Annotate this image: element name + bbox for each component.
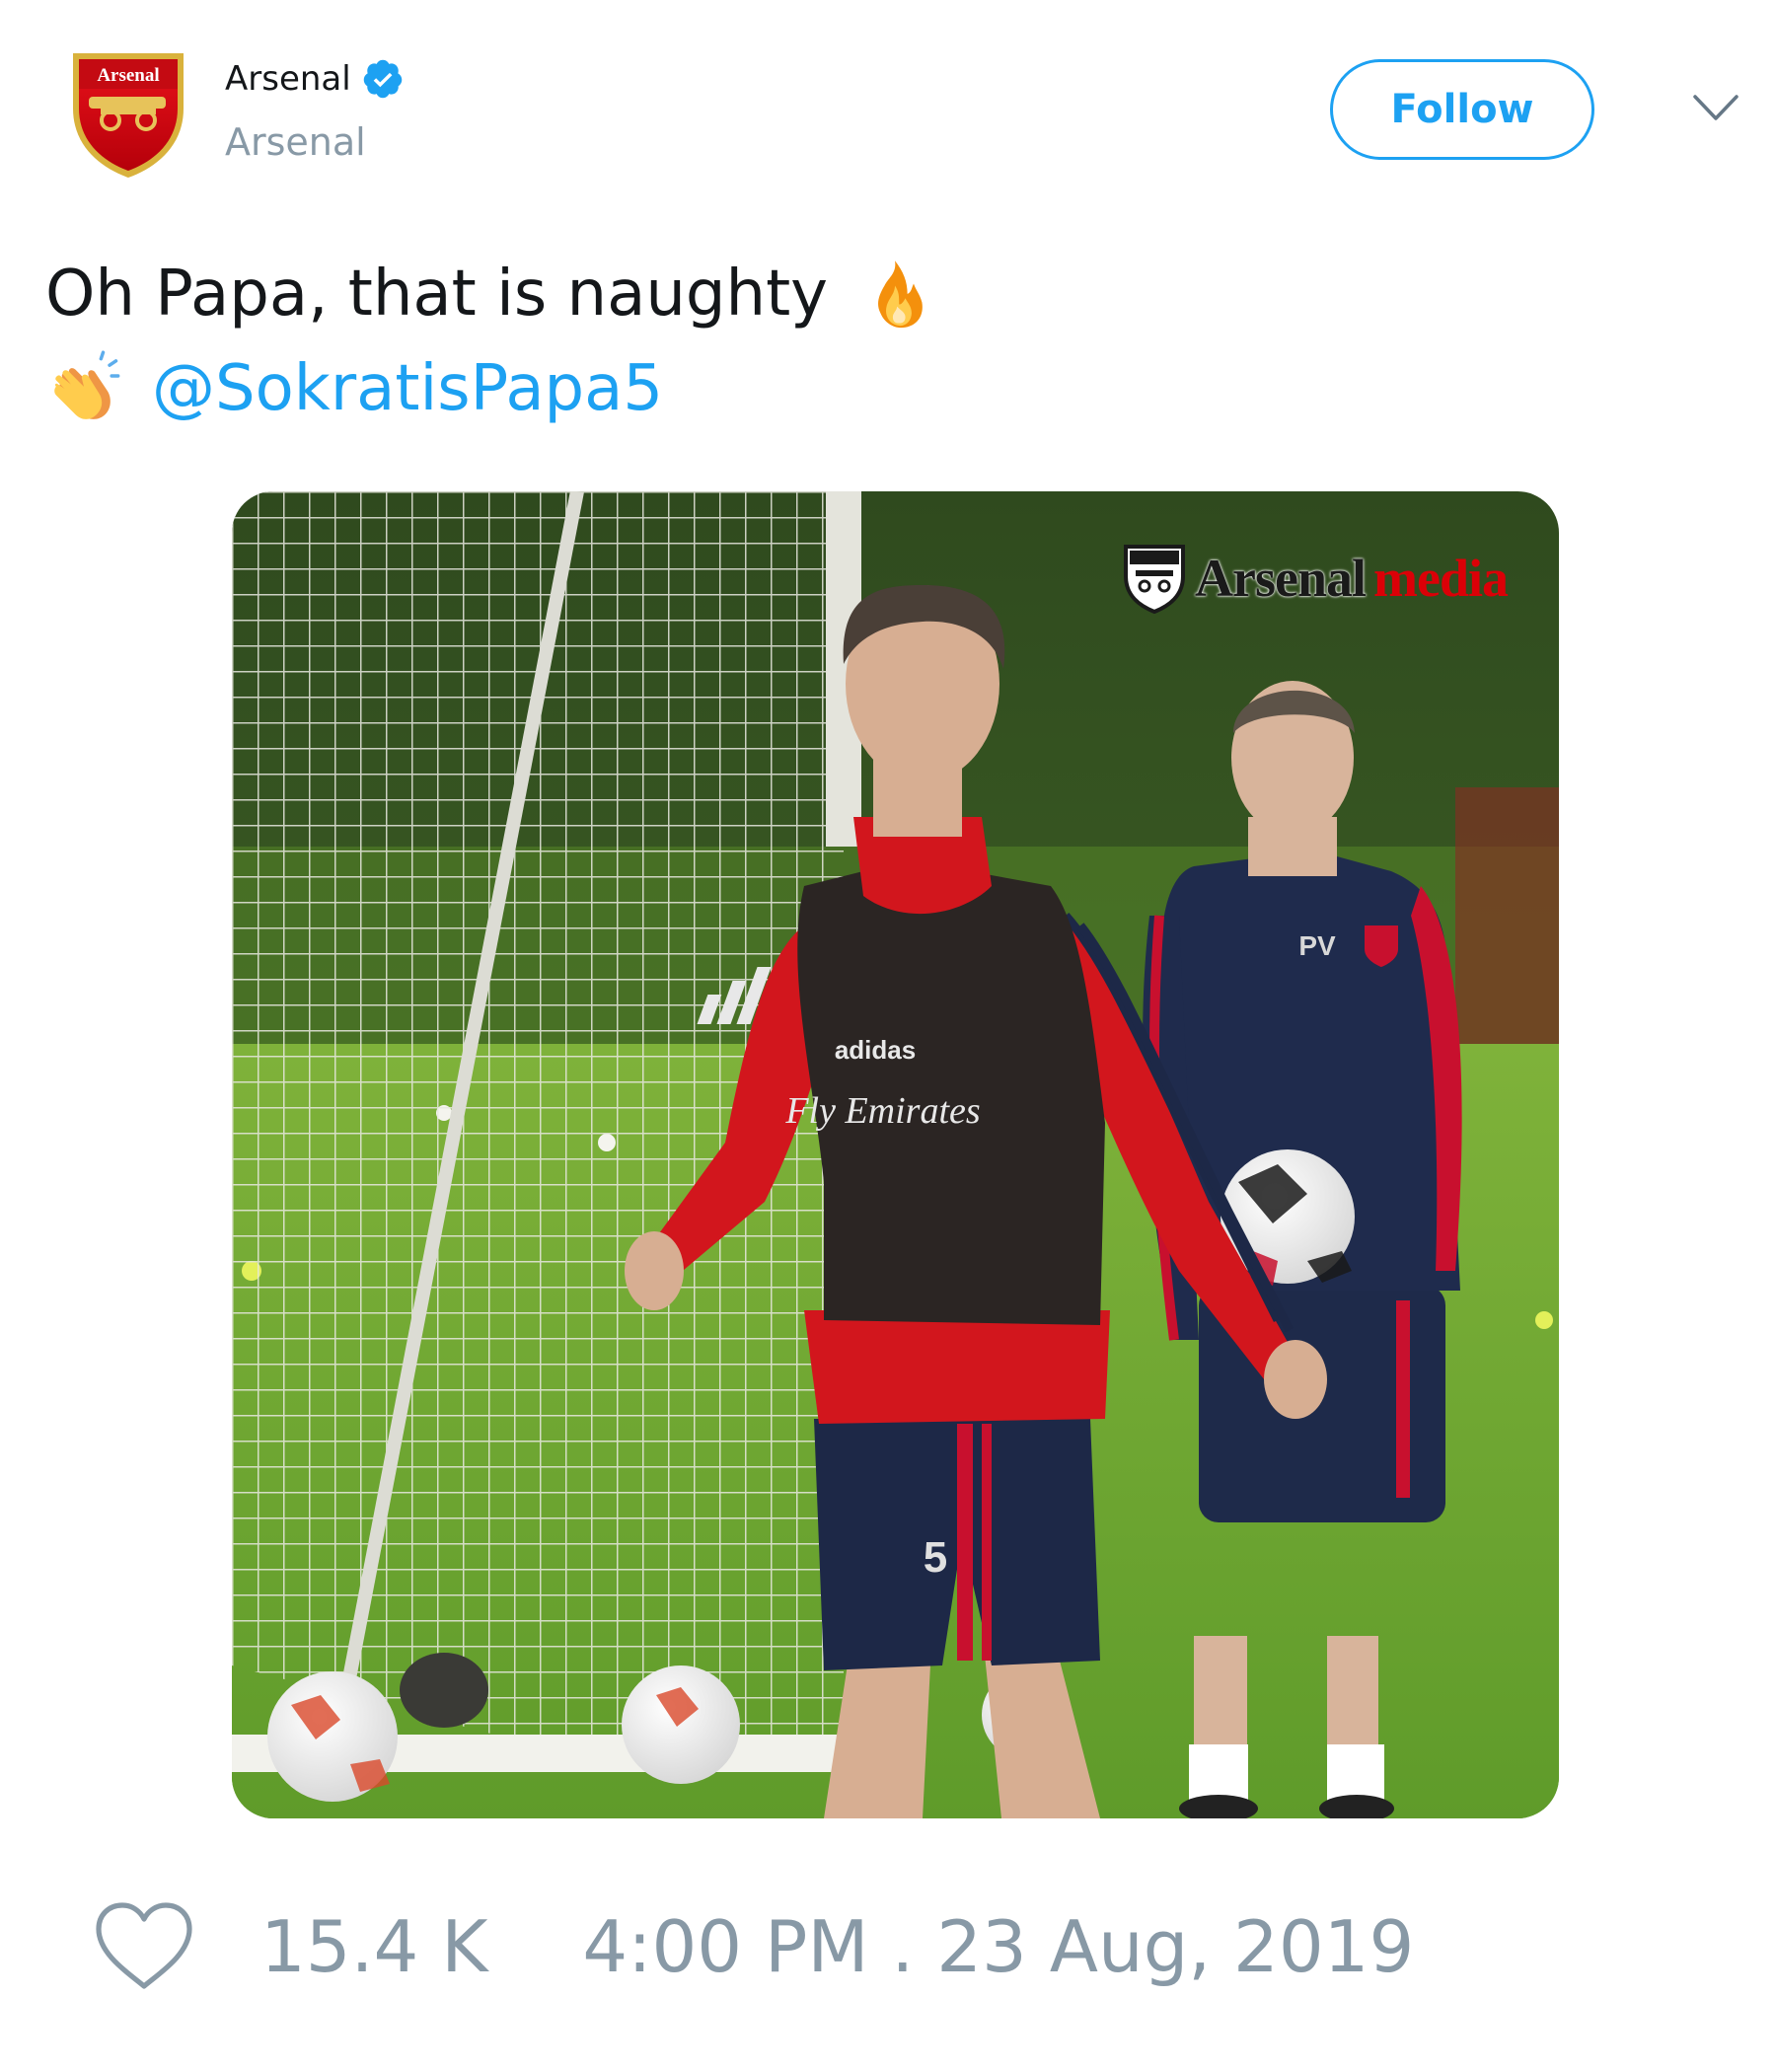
follow-button[interactable]: Follow: [1330, 59, 1594, 160]
football: [622, 1665, 740, 1784]
watermark-text-media: media: [1373, 549, 1509, 608]
kit-brand-text: adidas: [835, 1035, 916, 1065]
ball-bag: [400, 1653, 488, 1728]
tweet-text-line-1: Oh Papa, that is naughty: [45, 247, 932, 341]
fire-emoji-icon: [878, 260, 923, 329]
author-info: Arsenal Arsenal: [225, 57, 405, 164]
tweet-timestamp[interactable]: 4:00 PM . 23 Aug, 2019: [582, 1905, 1414, 1988]
tweet-text: Oh Papa, that is naughty @SokratisPapa5: [45, 247, 932, 436]
avatar[interactable]: Arsenal: [67, 47, 189, 182]
shorts-number: 5: [924, 1533, 947, 1582]
crest-lettering: Arsenal: [97, 65, 159, 86]
author-display-name: Arsenal: [225, 58, 351, 99]
chevron-down-icon[interactable]: [1691, 91, 1740, 126]
coach-initials: PV: [1298, 930, 1336, 961]
watermark-text-arsenal: Arsenal: [1195, 549, 1367, 608]
media-video-frame: PV 5 adidas Fly Emirates: [232, 491, 1559, 1818]
verified-badge-icon: [363, 59, 402, 99]
tweet-footer: 15.4 K 4:00 PM . 23 Aug, 2019: [91, 1899, 1414, 1994]
author-display-name-row[interactable]: Arsenal: [225, 57, 405, 101]
arsenal-media-watermark: Arsenal media: [1122, 543, 1509, 614]
tweet-text-line-2: @SokratisPapa5: [45, 341, 932, 436]
training-marker: [1535, 1311, 1553, 1329]
red-fence: [1455, 787, 1559, 1044]
tweet-media[interactable]: PV 5 adidas Fly Emirates Arsenal media: [232, 491, 1559, 1818]
arsenal-shield-watermark-icon: [1124, 545, 1186, 614]
heart-icon[interactable]: [91, 1899, 197, 1994]
shirt-sponsor: Fly Emirates: [784, 1090, 980, 1132]
like-count[interactable]: 15.4 K: [260, 1905, 487, 1988]
author-handle[interactable]: Arsenal: [225, 120, 405, 164]
tweet-text-body: Oh Papa, that is naughty: [45, 258, 829, 331]
mention-link[interactable]: @SokratisPapa5: [152, 341, 663, 436]
arsenal-crest-icon: Arsenal: [73, 53, 184, 178]
clapping-hands-emoji-icon: [54, 350, 120, 419]
